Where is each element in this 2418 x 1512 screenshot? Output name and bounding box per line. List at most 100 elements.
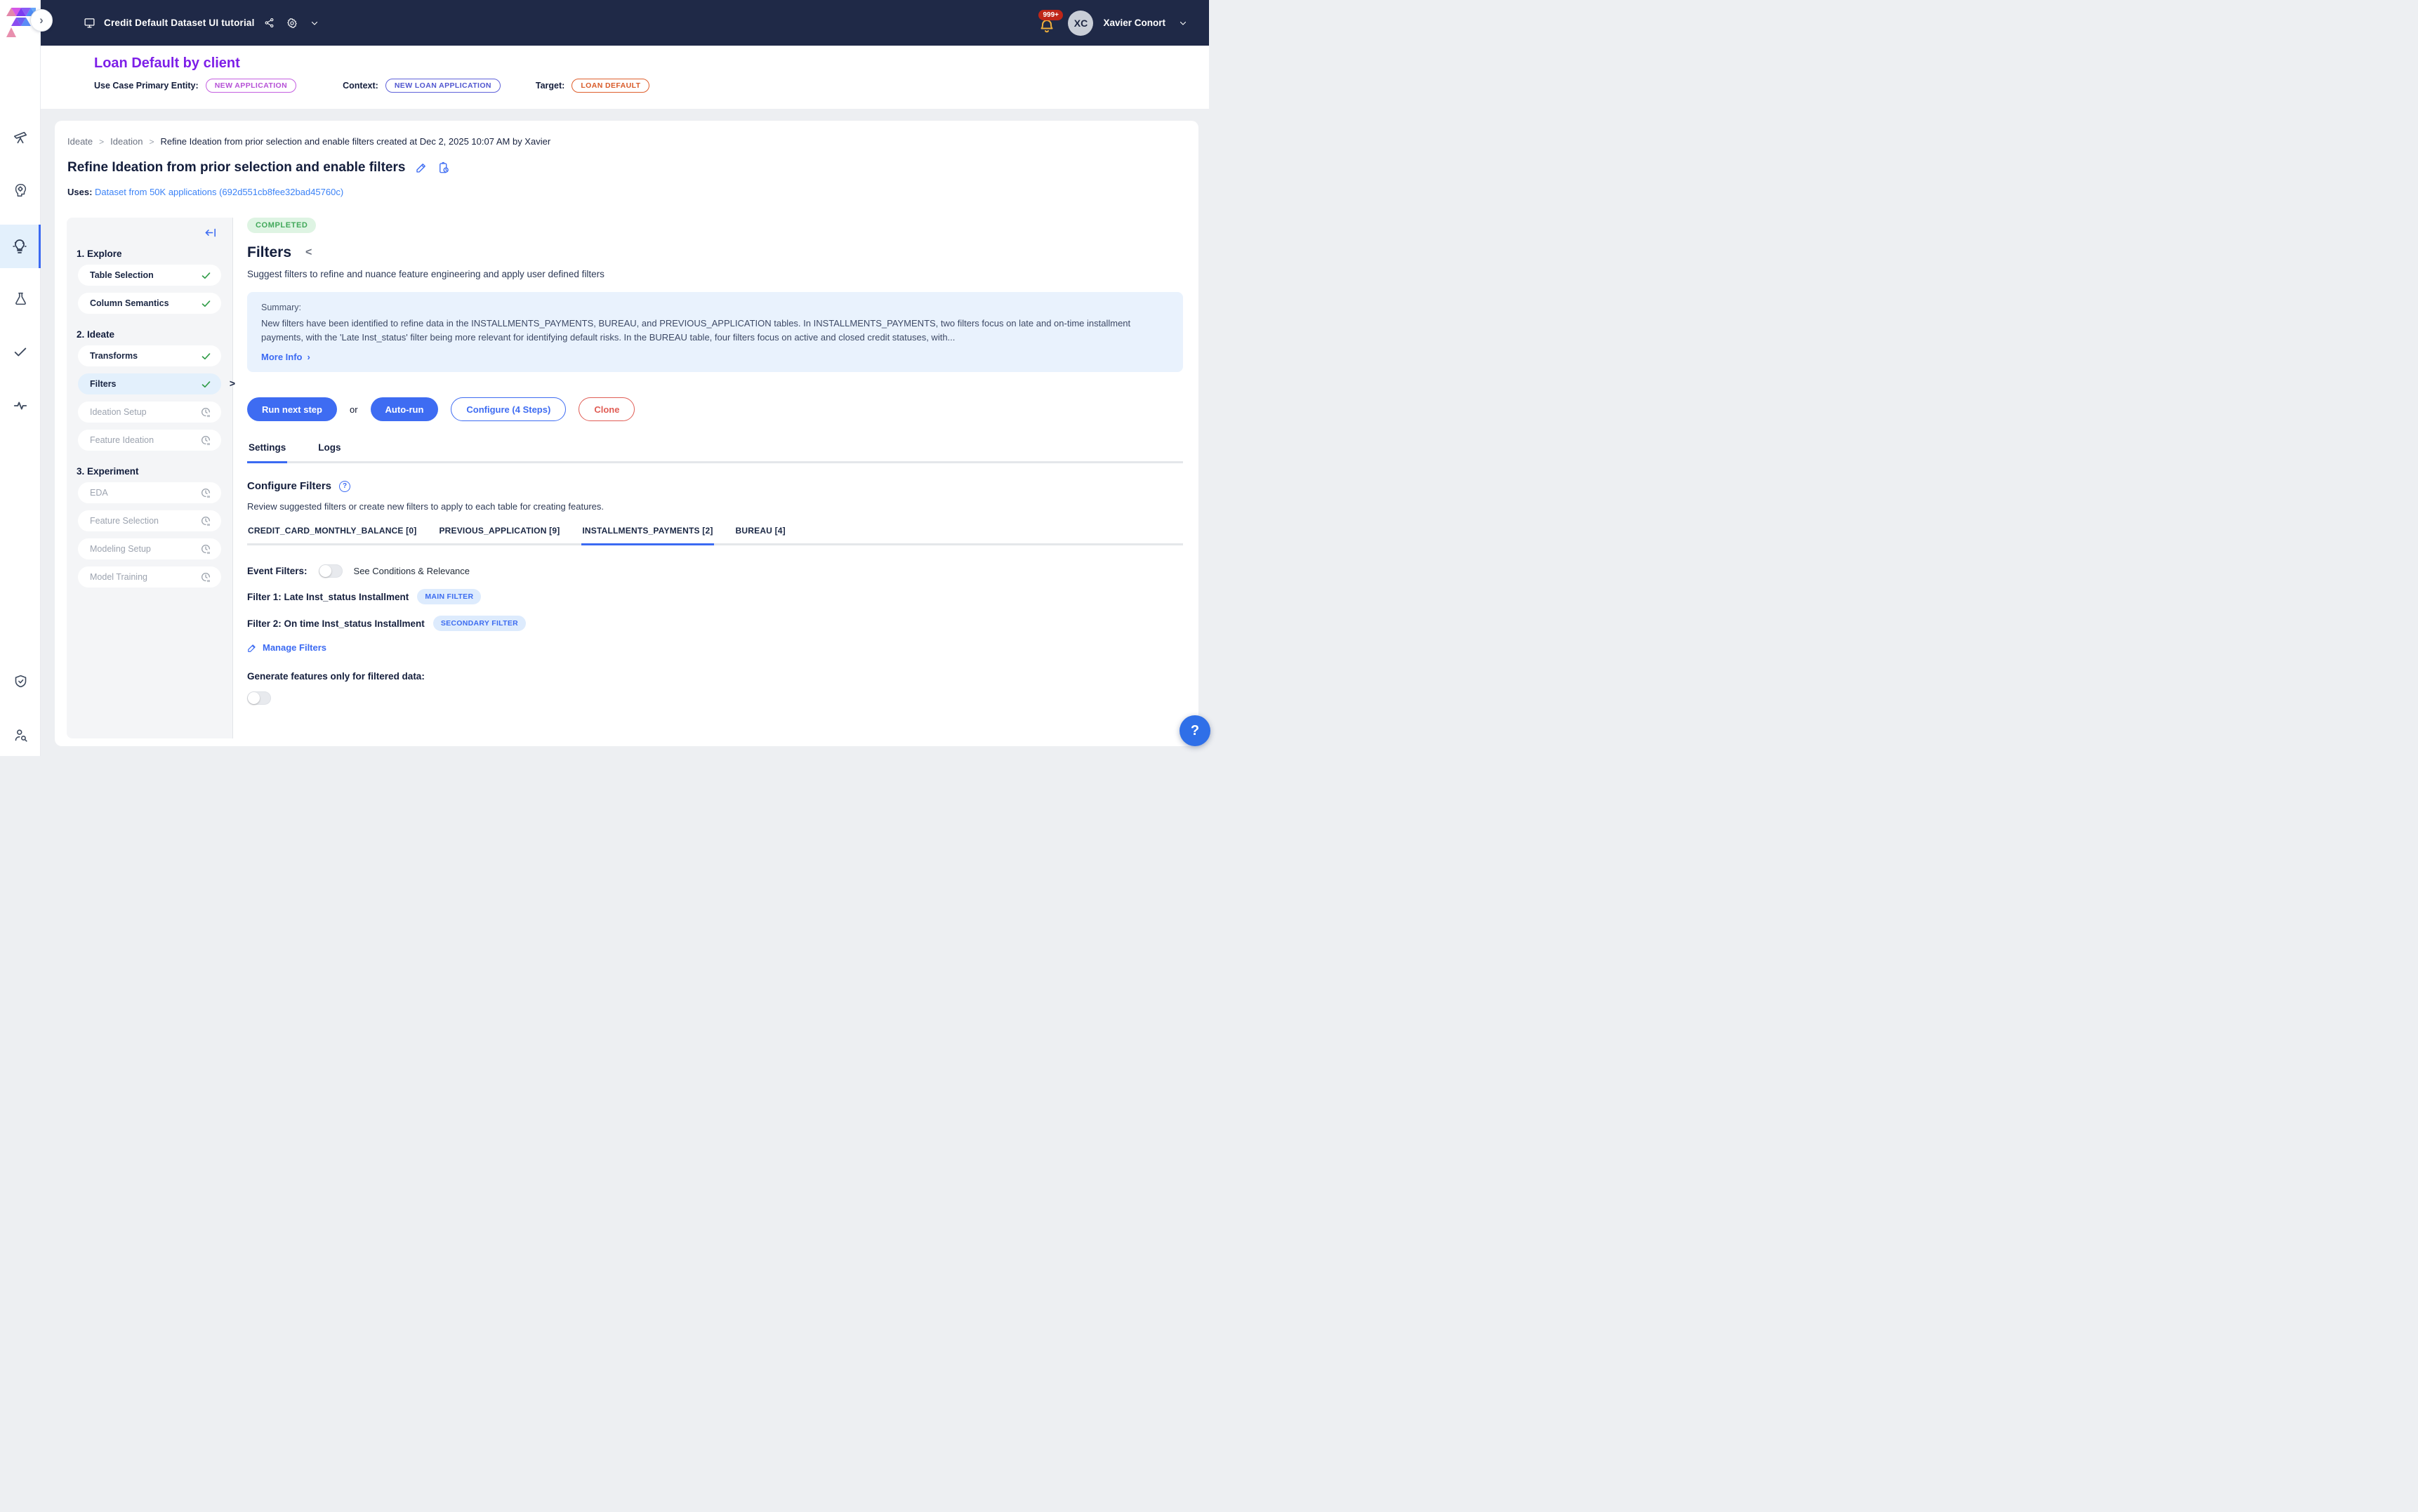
user-chevron-down-icon[interactable] [1175,15,1191,31]
step-item-column-semantics[interactable]: Column Semantics [78,293,221,314]
breadcrumb-separator: > [149,137,154,147]
check-done-icon [201,351,211,362]
breadcrumb-ideate[interactable]: Ideate [67,136,93,147]
step-title: Filters [247,244,291,261]
project-title: Credit Default Dataset UI tutorial [104,18,255,28]
breadcrumb-ideation[interactable]: Ideation [110,136,143,147]
step-item-filters[interactable]: Filters > [78,373,221,394]
help-button[interactable]: ? [1180,715,1210,746]
step-item-label: Feature Ideation [90,435,154,445]
see-conditions-toggle[interactable] [319,564,343,578]
sidebar-item-monitor[interactable] [0,386,41,425]
sidebar-item-experiment[interactable] [0,279,41,318]
step-item-table-selection[interactable]: Table Selection [78,265,221,286]
step-item-eda[interactable]: EDA [78,482,221,503]
bell-icon [1038,18,1055,35]
question-mark-icon: ? [1191,723,1199,739]
telescope-icon [13,130,28,145]
tab-installments-payments[interactable]: INSTALLMENTS_PAYMENTS [2] [581,526,713,545]
avatar[interactable]: XC [1068,11,1093,36]
summary-text: New filters have been identified to refi… [261,317,1169,345]
step-item-label: Feature Selection [90,516,159,526]
chevron-right-icon: › [308,352,310,362]
uses-label: Uses: [67,187,92,197]
chevron-down-icon[interactable] [307,15,322,31]
sidebar-item-user-admin[interactable] [0,715,41,755]
clock-pending-icon [200,406,211,418]
step-subtitle: Suggest filters to refine and nuance fea… [247,269,1183,279]
tab-logs[interactable]: Logs [317,442,342,463]
chevron-left-icon[interactable]: < [305,246,312,259]
sidebar-item-explore[interactable] [0,118,41,157]
sidebar-item-ideate[interactable] [0,225,41,268]
pencil-icon [247,643,257,653]
activity-icon [13,398,28,413]
step-item-modeling-setup[interactable]: Modeling Setup [78,538,221,559]
filter-1-label: Filter 1: Late Inst_status Installment [247,592,409,602]
clock-pending-icon [200,487,211,498]
breadcrumb-current: Refine Ideation from prior selection and… [160,136,550,147]
configure-filters-description: Review suggested filters or create new f… [247,501,1183,512]
auto-run-button[interactable]: Auto-run [371,397,439,421]
sidebar-item-semantics[interactable] [0,171,41,210]
clipboard-history-icon[interactable] [437,161,450,174]
or-text: or [350,404,358,415]
step-item-label: EDA [90,488,108,498]
breadcrumb-separator: > [99,137,104,147]
step-nav-panel: 1. Explore Table Selection Column Semant… [67,218,233,738]
flask-icon [13,291,28,306]
settings-logs-tabs: Settings Logs [247,442,1183,463]
target-pill: LOAN DEFAULT [572,79,649,93]
more-info-link[interactable]: More Info › [261,352,1169,362]
step-content: COMPLETED Filters < Suggest filters to r… [247,218,1183,708]
monitor-icon [81,15,97,31]
clock-pending-icon [200,571,211,583]
see-conditions-label: See Conditions & Relevance [354,566,470,576]
project-switcher[interactable]: Credit Default Dataset UI tutorial [81,15,322,31]
step-group-explore: 1. Explore [77,248,232,259]
help-circle-icon[interactable]: ? [339,481,350,492]
left-rail [0,0,41,756]
configure-button[interactable]: Configure (4 Steps) [451,397,566,421]
step-item-model-training[interactable]: Model Training [78,566,221,588]
clock-pending-icon [200,543,211,555]
summary-label: Summary: [261,303,1169,312]
generate-features-toggle[interactable] [247,691,271,705]
clock-pending-icon [200,435,211,446]
edit-pencil-icon[interactable] [415,161,428,174]
step-item-ideation-setup[interactable]: Ideation Setup [78,402,221,423]
target-label: Target: [536,81,564,91]
top-bar: Credit Default Dataset UI tutorial 999+ … [41,0,1209,46]
settings-gear-icon[interactable] [284,15,300,31]
context-label: Context: [343,81,378,91]
tab-settings[interactable]: Settings [247,442,287,463]
step-item-transforms[interactable]: Transforms [78,345,221,366]
step-item-label: Ideation Setup [90,407,147,417]
tab-previous-application[interactable]: PREVIOUS_APPLICATION [9] [438,526,560,545]
check-done-icon [201,379,211,390]
share-icon[interactable] [262,15,277,31]
sidebar-item-governance[interactable] [0,661,41,701]
user-menu[interactable]: Xavier Conort [1103,18,1165,28]
manage-filters-link[interactable]: Manage Filters [247,642,1183,653]
toggle-knob [248,692,260,704]
step-group-experiment: 3. Experiment [77,466,232,477]
check-icon [13,344,28,359]
sidebar-item-validate[interactable] [0,332,41,371]
clock-pending-icon [200,515,211,526]
clone-button[interactable]: Clone [579,397,635,421]
user-search-icon [13,728,28,743]
summary-box: Summary: New filters have been identifie… [247,292,1183,372]
secondary-filter-badge: SECONDARY FILTER [433,616,526,631]
sidebar-expand-button[interactable]: › [30,9,53,32]
run-next-step-button[interactable]: Run next step [247,397,337,421]
tab-credit-card-monthly-balance[interactable]: CREDIT_CARD_MONTHLY_BALANCE [0] [247,526,417,545]
active-step-chevron-icon[interactable]: > [230,378,235,389]
dataset-link[interactable]: Dataset from 50K applications (692d551cb… [95,187,343,197]
notifications-button[interactable]: 999+ [1037,11,1058,35]
tab-bureau[interactable]: BUREAU [4] [735,526,786,545]
table-tabs: CREDIT_CARD_MONTHLY_BALANCE [0] PREVIOUS… [247,526,1183,545]
step-item-feature-selection[interactable]: Feature Selection [78,510,221,531]
step-item-feature-ideation[interactable]: Feature Ideation [78,430,221,451]
collapse-panel-button[interactable] [205,225,217,240]
